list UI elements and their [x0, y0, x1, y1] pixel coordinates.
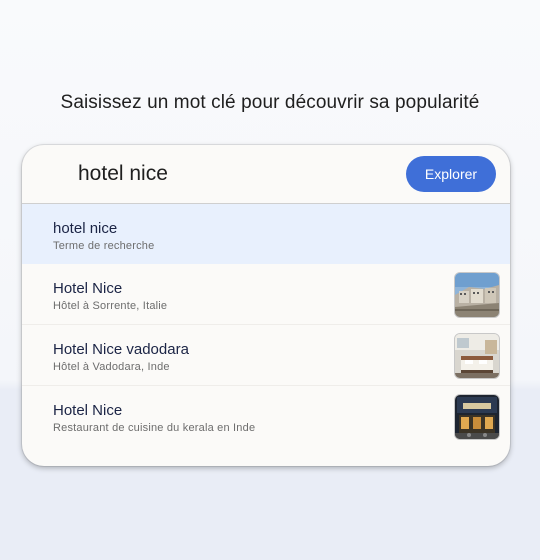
- suggestion-title: hotel nice: [53, 220, 118, 237]
- page-heading: Saisissez un mot clé pour découvrir sa p…: [60, 92, 480, 113]
- suggestion-title: Hotel Nice: [53, 280, 123, 297]
- hotel-room-thumbnail: [454, 333, 500, 379]
- hotel-building-thumbnail: [454, 272, 500, 318]
- suggestion-title: Hotel Nice: [53, 402, 123, 419]
- suggestion-item-restaurant-kerala[interactable]: Hotel Nice Restaurant de cuisine du kera…: [22, 386, 510, 446]
- search-bar[interactable]: hotel nice Explorer: [22, 145, 510, 204]
- restaurant-facade-thumbnail: [454, 394, 500, 440]
- suggestion-subtitle: Terme de recherche: [53, 240, 155, 252]
- search-input[interactable]: hotel nice: [78, 162, 168, 186]
- suggestion-subtitle: Hôtel à Vadodara, Inde: [53, 361, 170, 373]
- suggestion-title: Hotel Nice vadodara: [53, 341, 189, 358]
- suggestion-item-search-term[interactable]: hotel nice Terme de recherche: [22, 204, 510, 264]
- explore-button[interactable]: Explorer: [406, 156, 496, 192]
- suggestion-subtitle: Hôtel à Sorrente, Italie: [53, 300, 168, 312]
- suggestion-item-hotel-sorrente[interactable]: Hotel Nice Hôtel à Sorrente, Italie: [22, 264, 510, 325]
- suggestion-item-hotel-vadodara[interactable]: Hotel Nice vadodara Hôtel à Vadodara, In…: [22, 325, 510, 386]
- suggestion-subtitle: Restaurant de cuisine du kerala en Inde: [53, 422, 256, 434]
- search-card: hotel nice Explorer hotel nice Terme de …: [22, 145, 510, 466]
